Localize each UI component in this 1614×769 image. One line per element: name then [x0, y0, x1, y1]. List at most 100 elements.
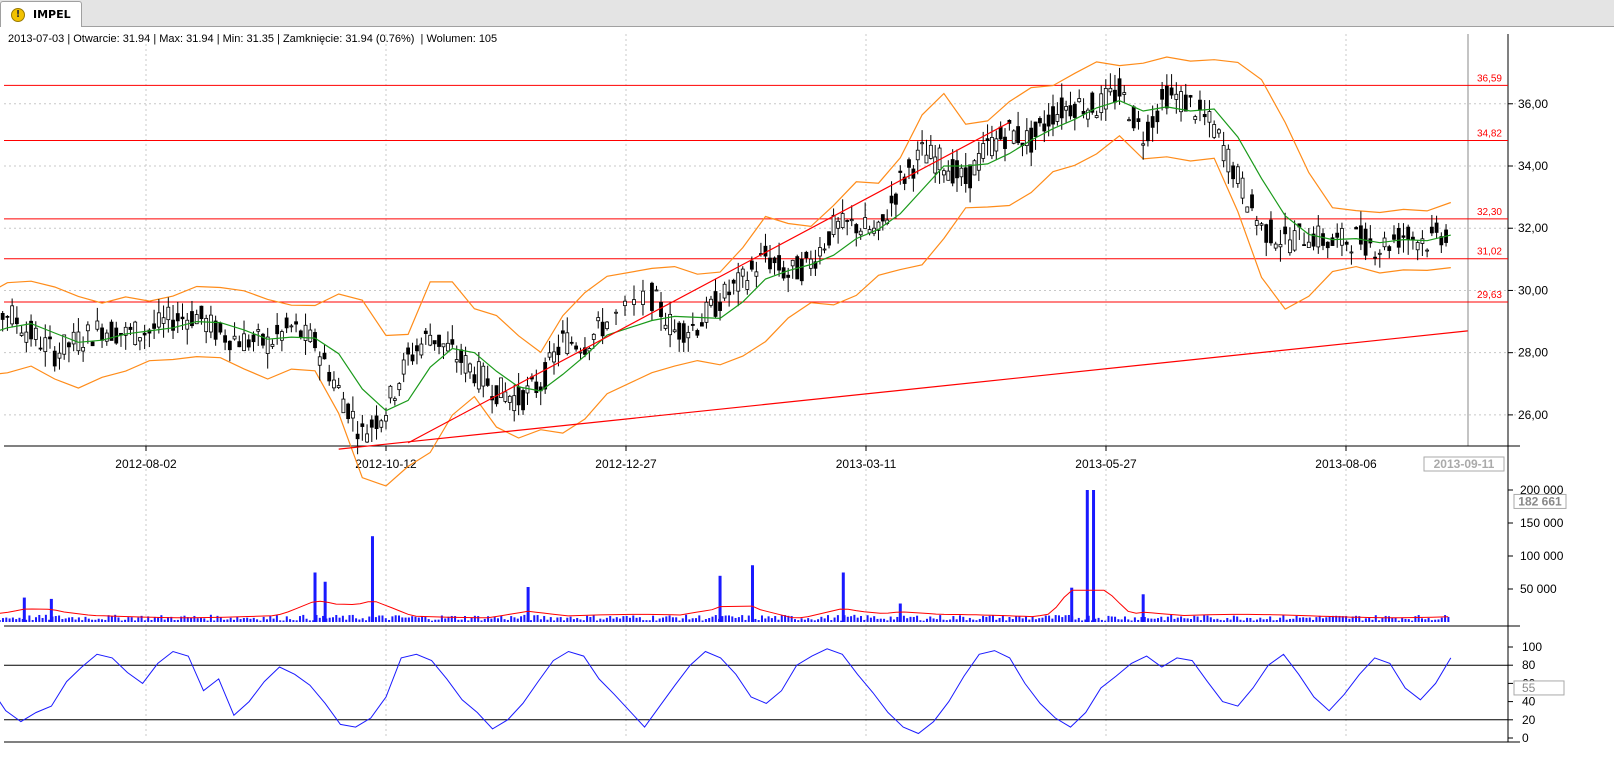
- candle-body: [822, 248, 827, 251]
- y-tick-label: 26,00: [1518, 408, 1548, 422]
- volume-bar: [777, 619, 780, 622]
- candle-body: [298, 330, 303, 338]
- candle-body: [1373, 256, 1377, 259]
- volume-bar: [1285, 619, 1288, 622]
- volume-bar: [516, 618, 519, 622]
- candle-body: [565, 332, 570, 355]
- volume-bar: [374, 617, 377, 622]
- candle-body: [410, 354, 415, 362]
- volume-bar: [774, 616, 777, 622]
- candle-body: [432, 340, 437, 345]
- candle-body: [57, 352, 62, 359]
- volume-bar: [793, 619, 796, 622]
- candle-body: [1235, 166, 1240, 184]
- volume-bar: [810, 619, 813, 622]
- candle-body: [62, 334, 67, 355]
- candle-body: [1349, 251, 1354, 254]
- volume-bar: [770, 618, 773, 622]
- candle-body: [786, 274, 791, 278]
- candle-body: [1287, 239, 1292, 254]
- volume-bar: [1061, 617, 1064, 622]
- candle-body: [322, 352, 327, 360]
- candle-body: [1273, 243, 1278, 249]
- candle-body: [1212, 124, 1217, 138]
- volume-bar: [1024, 616, 1027, 622]
- candle-body: [836, 220, 841, 229]
- volume-bar: [807, 618, 810, 622]
- volume-bar: [292, 620, 295, 622]
- volume-bar: [520, 616, 523, 622]
- volume-bar: [229, 617, 232, 622]
- volume-bar: [1034, 619, 1037, 622]
- volume-bar: [1440, 617, 1443, 622]
- candle-body: [768, 257, 772, 270]
- candle-body: [350, 410, 355, 419]
- candle-body: [1354, 227, 1359, 230]
- volume-bar: [1001, 615, 1004, 622]
- volume-bar: [817, 619, 820, 622]
- volume-bar: [61, 619, 64, 622]
- candle-body: [845, 220, 850, 222]
- volume-bar: [648, 620, 651, 622]
- candle-body: [294, 321, 298, 325]
- chart-area[interactable]: 2012-08-02 2012-10-12 2012-12-27 2013-03-11…: [0, 27, 1614, 769]
- candle-body: [142, 332, 147, 336]
- candle-body: [499, 377, 503, 399]
- candle-body: [1155, 110, 1160, 123]
- volume-bar: [272, 618, 275, 622]
- volume-bar: [681, 618, 684, 622]
- volume-bar: [572, 619, 575, 622]
- volume-bar: [1054, 615, 1057, 622]
- volume-bar: [275, 615, 278, 622]
- candle-body: [672, 329, 677, 333]
- volume-bar: [104, 619, 107, 622]
- candle-body: [1321, 233, 1325, 246]
- candle-body: [71, 331, 76, 345]
- volume-bar: [473, 615, 476, 622]
- volume-bar: [1298, 617, 1301, 622]
- volume-bar: [1209, 617, 1212, 622]
- volume-bar: [335, 614, 338, 622]
- volume-bar: [1364, 618, 1367, 622]
- volume-bar: [1447, 616, 1450, 622]
- candle-body: [454, 359, 459, 363]
- level-label: 29,63: [1477, 290, 1502, 301]
- volume-bar: [1229, 619, 1232, 622]
- volume-bar: [846, 616, 849, 622]
- volume-bar: [1305, 617, 1308, 622]
- volume-bar: [91, 619, 94, 622]
- volume-bar: [226, 619, 229, 622]
- candle-body: [313, 332, 317, 349]
- volume-y-tick-label: 100 000: [1520, 549, 1564, 563]
- candle-body: [1358, 225, 1363, 245]
- volume-bar: [54, 616, 57, 622]
- candle-body: [204, 317, 209, 333]
- volume-bar: [711, 616, 714, 622]
- volume-bar: [757, 620, 760, 622]
- tab-impel[interactable]: ! IMPEL: [0, 1, 82, 27]
- volume-bar: [1255, 619, 1258, 622]
- bollinger-upper: [0, 56, 1452, 354]
- candle-body: [1033, 121, 1038, 137]
- candle-body: [261, 333, 265, 346]
- volume-bar: [1397, 620, 1400, 622]
- volume-bar: [1361, 620, 1364, 622]
- candle-body: [138, 337, 142, 342]
- candle-body: [481, 365, 486, 387]
- volume-bar: [1312, 619, 1315, 622]
- volume-bar: [694, 618, 697, 622]
- candle-body: [171, 319, 175, 331]
- volume-bar: [1219, 619, 1222, 622]
- volume-bar: [800, 618, 803, 622]
- volume-bar: [361, 618, 364, 622]
- volume-bar: [599, 618, 602, 622]
- volume-bar: [658, 618, 661, 622]
- candle-body: [898, 170, 903, 173]
- stoch-y-tick-label: 20: [1522, 713, 1536, 727]
- volume-bar: [424, 616, 427, 622]
- candle-body: [1072, 103, 1077, 118]
- candle-body: [341, 398, 346, 414]
- volume-bar: [1005, 620, 1008, 622]
- volume-bar: [1, 618, 4, 622]
- candle-body: [1164, 85, 1169, 109]
